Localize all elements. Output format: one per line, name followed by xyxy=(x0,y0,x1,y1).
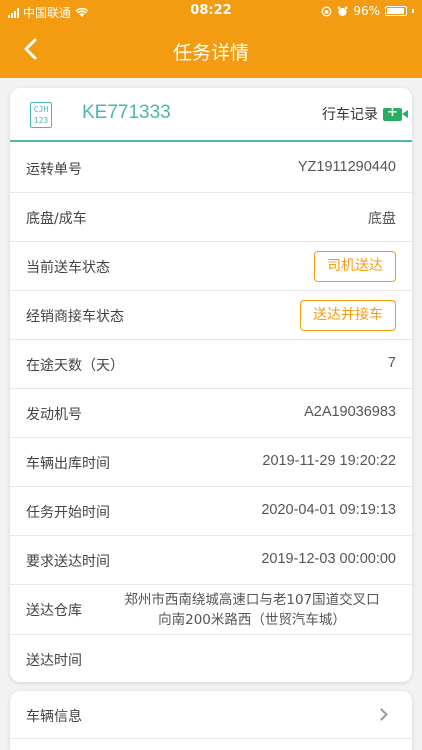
task-detail-card: CJH123 KE771333 行车记录 运转单号 YZ1911290440 底… xyxy=(10,88,412,682)
row-transfer-number: 运转单号 YZ1911290440 xyxy=(10,144,412,193)
battery-icon xyxy=(385,6,407,16)
battery-tip xyxy=(412,9,414,13)
row-label: 当前送车状态 xyxy=(26,260,110,276)
receive-status-badge: 送达并接车 xyxy=(300,300,396,331)
row-label: 发动机号 xyxy=(26,407,82,423)
alarm-icon xyxy=(337,6,348,16)
address-line-1: 郑州市西南绕城高速口与老107国道交叉口 xyxy=(124,592,380,608)
license-plate-icon: CJH 123 xyxy=(30,102,52,128)
delivery-status-badge: 司机送达 xyxy=(314,251,396,282)
row-delivery-status: 当前送车状态 司机送达 xyxy=(10,242,412,291)
row-delivery-warehouse: 送达仓库 郑州市西南绕城高速口与老107国道交叉口 向南200米路西（世贸汽车城… xyxy=(10,585,412,635)
driving-record-label: 行车记录 xyxy=(322,107,378,123)
row-task-start-time: 任务开始时间 2020-04-01 09:19:13 xyxy=(10,487,412,536)
row-label: 送达仓库 xyxy=(26,603,82,619)
detail-rows: 运转单号 YZ1911290440 底盘/成车 底盘 当前送车状态 司机送达 经… xyxy=(10,144,412,682)
row-label: 经销商接车状态 xyxy=(26,309,124,325)
row-chassis: 底盘/成车 底盘 xyxy=(10,193,412,242)
plate-number: KE771333 xyxy=(82,102,171,123)
video-camera-icon xyxy=(383,105,408,121)
row-label: 车辆出库时间 xyxy=(26,456,110,472)
row-dealer-receive-status: 经销商接车状态 送达并接车 xyxy=(10,291,412,340)
vehicle-info-card: 车辆信息 xyxy=(10,691,412,750)
vehicle-info-label: 车辆信息 xyxy=(26,709,82,725)
row-label: 要求送达时间 xyxy=(26,554,110,570)
row-label: 送达时间 xyxy=(26,653,82,669)
status-right: 96% xyxy=(321,4,414,18)
row-value: 底盘 xyxy=(368,211,396,227)
row-delivered-time: 送达时间 xyxy=(10,635,412,682)
row-value: 2019-11-29 19:20:22 xyxy=(262,453,396,469)
row-value: YZ1911290440 xyxy=(297,159,396,175)
row-days-in-transit: 在途天数（天） 7 xyxy=(10,340,412,389)
row-label: 底盘/成车 xyxy=(26,211,87,227)
nav-bar: 任务详情 xyxy=(0,22,422,78)
row-value: 2020-04-01 09:19:13 xyxy=(261,502,396,518)
row-label: 在途天数（天） xyxy=(26,358,124,374)
row-engine-number: 发动机号 A2A19036983 xyxy=(10,389,412,438)
row-value: 7 xyxy=(387,355,396,371)
row-required-delivery-time: 要求送达时间 2019-12-03 00:00:00 xyxy=(10,536,412,585)
card-header: CJH 123 KE771333 行车记录 xyxy=(10,88,412,142)
row-outbound-time: 车辆出库时间 2019-11-29 19:20:22 xyxy=(10,438,412,487)
status-bar: 中国联通 08:22 96% xyxy=(0,0,422,22)
page-title: 任务详情 xyxy=(172,42,249,64)
rotation-lock-icon xyxy=(321,6,332,16)
row-value: 2019-12-03 00:00:00 xyxy=(261,551,396,567)
battery-percent: 96% xyxy=(353,4,380,18)
warehouse-address: 郑州市西南绕城高速口与老107国道交叉口 向南200米路西（世贸汽车城） xyxy=(106,590,398,630)
row-value: A2A19036983 xyxy=(304,404,396,420)
address-line-2: 向南200米路西（世贸汽车城） xyxy=(158,612,346,628)
row-label: 运转单号 xyxy=(26,162,82,178)
row-label: 任务开始时间 xyxy=(26,505,110,521)
driving-record-link[interactable]: 行车记录 xyxy=(322,104,408,124)
chevron-right-icon xyxy=(375,708,388,721)
vehicle-info-row[interactable]: 车辆信息 xyxy=(10,691,412,739)
